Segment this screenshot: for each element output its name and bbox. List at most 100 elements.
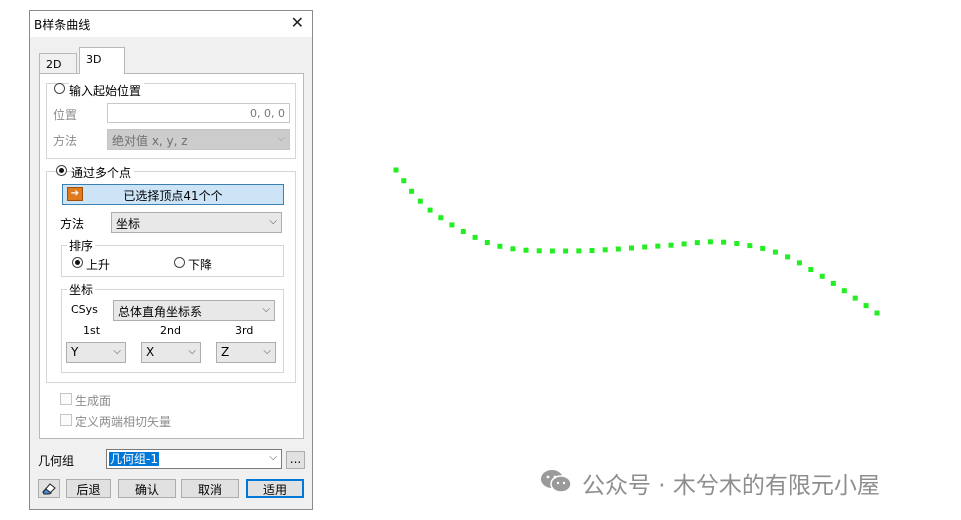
spline-vertex-point <box>668 242 674 248</box>
multi-point-label: 通过多个点 <box>71 164 135 181</box>
ascending-radio[interactable] <box>72 257 83 268</box>
chevron-down-icon: ⌵ <box>269 452 277 463</box>
spline-vertex-point <box>808 267 814 272</box>
spline-vertex-point <box>629 245 634 251</box>
spline-vertex-point <box>642 244 648 250</box>
geometry-browse-label: ... <box>289 452 302 466</box>
chevron-down-icon: ⌵ <box>262 304 270 315</box>
b-spline-dialog: B样条曲线 ✕ 2D 3D 输入起始位置 位置 0, 0, 0 方法 绝对值 x… <box>29 10 313 510</box>
geometry-group-value: 几何组-1 <box>109 452 159 466</box>
col1-select[interactable]: Y ⌵ <box>66 342 126 363</box>
spline-vertex-point <box>721 239 727 245</box>
geometry-browse-button[interactable]: ... <box>286 451 305 469</box>
start-method-value: 绝对值 x, y, z <box>112 134 188 148</box>
spline-vertex-point <box>785 254 791 260</box>
spline-vertex-point <box>707 239 713 245</box>
spline-vertex-point <box>796 260 802 266</box>
spline-points-canvas <box>393 167 880 316</box>
arrow-select-icon: ➔ <box>67 187 83 201</box>
spline-vertex-point <box>681 241 687 247</box>
apply-button[interactable]: 适用 <box>246 479 304 498</box>
spline-vertex-point <box>734 241 740 246</box>
chevron-down-icon: ⌵ <box>269 216 277 227</box>
spline-vertex-point <box>863 303 869 309</box>
col3-value: Z <box>221 345 230 359</box>
csys-value: 总体直角坐标系 <box>118 305 203 319</box>
select-vertices-button[interactable]: ➔ 已选择顶点41个个 <box>62 184 284 205</box>
spline-vertex-point <box>409 188 415 194</box>
eraser-button[interactable] <box>38 479 60 498</box>
spline-vertex-point <box>549 248 555 254</box>
spline-vertex-point <box>510 246 516 252</box>
close-icon[interactable]: ✕ <box>291 13 304 32</box>
spline-vertex-point <box>417 198 423 204</box>
wechat-icon <box>541 470 572 493</box>
tab-3d[interactable]: 3D <box>79 47 125 74</box>
multi-method-value: 坐标 <box>116 217 141 231</box>
spline-vertex-point <box>472 234 478 240</box>
spline-vertex-point <box>830 280 836 286</box>
chevron-down-icon: ⌵ <box>263 346 271 357</box>
coords-group-label: 坐标 <box>67 281 96 298</box>
spline-vertex-point <box>576 248 582 254</box>
spline-vertex-point <box>523 247 529 253</box>
tangent-vector-label: 定义两端相切矢量 <box>75 415 172 429</box>
descending-radio[interactable] <box>174 257 185 268</box>
chevron-down-icon: ⌵ <box>277 133 285 144</box>
spline-vertex-point <box>819 273 825 279</box>
spline-vertex-point <box>427 207 433 213</box>
order-group-label: 排序 <box>67 237 96 254</box>
spline-vertex-point <box>449 222 455 228</box>
csys-label: CSys <box>71 303 98 316</box>
csys-select[interactable]: 总体直角坐标系 ⌵ <box>113 300 275 321</box>
spline-vertex-point <box>393 167 399 173</box>
col3-label: 3rd <box>235 324 254 337</box>
spline-vertex-point <box>655 243 661 249</box>
generate-face-checkbox[interactable] <box>60 393 72 405</box>
title-bar: B样条曲线 ✕ <box>30 11 312 37</box>
spline-vertex-point <box>615 246 621 252</box>
tab-2d[interactable]: 2D <box>39 53 77 73</box>
descending-label: 下降 <box>188 258 213 272</box>
spline-vertex-point <box>747 243 753 249</box>
spline-vertex-point <box>401 178 407 184</box>
col1-value: Y <box>71 345 79 359</box>
multi-method-select[interactable]: 坐标 ⌵ <box>111 212 282 233</box>
spline-vertex-point <box>438 215 444 221</box>
spline-vertex-point <box>874 310 880 316</box>
back-button[interactable]: 后退 <box>66 479 111 498</box>
start-position-radio[interactable] <box>54 83 65 94</box>
col1-label: 1st <box>83 324 101 337</box>
position-label: 位置 <box>53 108 78 122</box>
multi-point-radio[interactable] <box>56 165 67 176</box>
multi-method-label: 方法 <box>60 217 85 231</box>
ok-button[interactable]: 确认 <box>118 479 176 498</box>
position-field: 0, 0, 0 <box>107 103 290 123</box>
start-method-label: 方法 <box>53 134 78 148</box>
spline-vertex-point <box>852 295 858 301</box>
ascending-label: 上升 <box>86 258 111 272</box>
chevron-down-icon: ⌵ <box>113 346 121 357</box>
spline-vertex-point <box>760 245 766 251</box>
col2-label: 2nd <box>160 324 181 337</box>
col3-select[interactable]: Z ⌵ <box>216 342 276 363</box>
col2-value: X <box>146 345 155 359</box>
spline-vertex-point <box>484 240 490 245</box>
col2-select[interactable]: X ⌵ <box>141 342 201 363</box>
tangent-vector-checkbox[interactable] <box>60 414 72 426</box>
spline-vertex-point <box>536 248 542 254</box>
spline-vertex-point <box>460 229 466 234</box>
geometry-group-label: 几何组 <box>38 454 75 468</box>
geometry-group-select[interactable]: 几何组-1 ⌵ <box>106 449 282 469</box>
spline-vertex-point <box>497 243 503 249</box>
spline-vertex-point <box>563 248 569 254</box>
start-position-label: 输入起始位置 <box>69 82 145 99</box>
dialog-title: B样条曲线 <box>34 18 91 32</box>
chevron-down-icon: ⌵ <box>188 346 196 357</box>
cancel-button[interactable]: 取消 <box>181 479 239 498</box>
spline-vertex-point <box>772 249 778 255</box>
position-value: 0, 0, 0 <box>250 107 285 120</box>
watermark-text: 公众号 · 木兮木的有限元小屋 <box>582 473 880 499</box>
spline-vertex-point <box>841 288 847 294</box>
spline-vertex-point <box>602 247 608 253</box>
